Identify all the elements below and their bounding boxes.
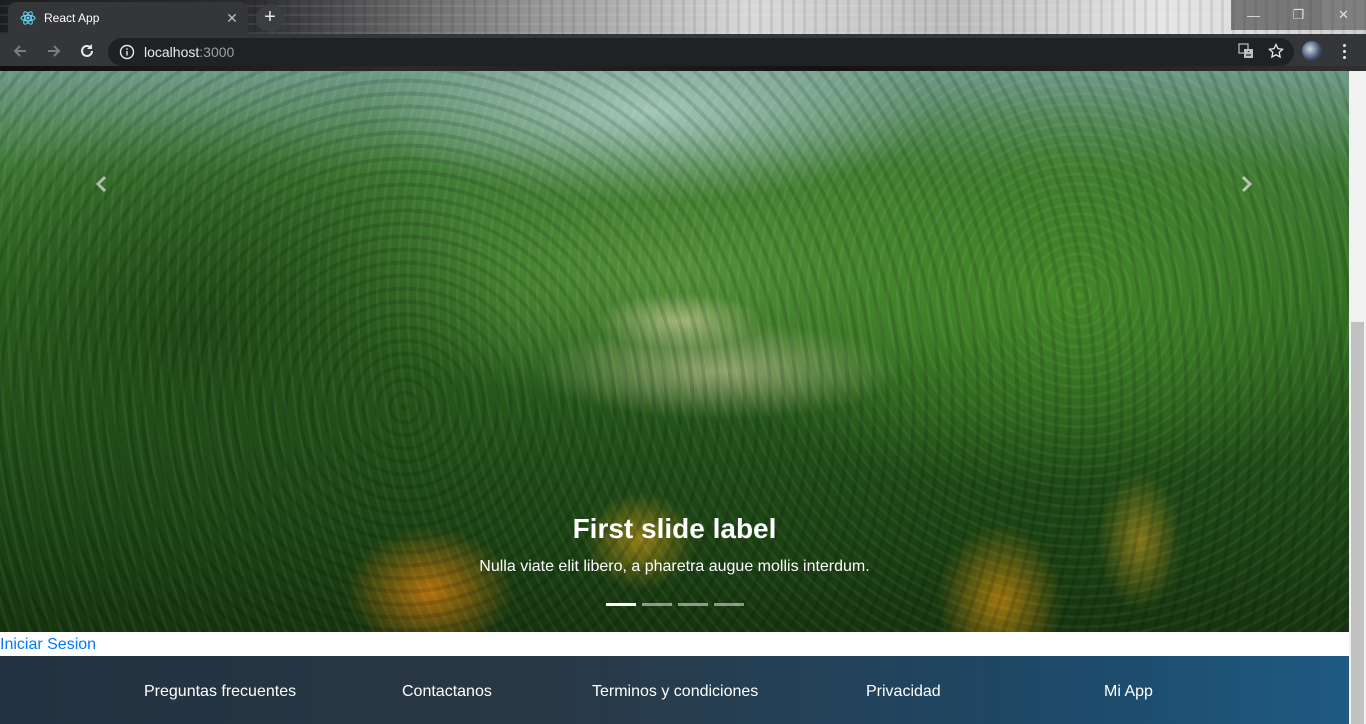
restore-button[interactable]: ❐ <box>1276 0 1321 30</box>
carousel-indicator[interactable] <box>714 603 744 606</box>
browser-toolbar: localhost:3000 <box>0 34 1366 68</box>
chevron-left-icon <box>95 175 107 193</box>
tab-close-icon[interactable]: ✕ <box>222 10 242 27</box>
minimize-button[interactable]: — <box>1231 0 1276 30</box>
carousel-indicators <box>606 603 744 606</box>
chevron-right-icon <box>1241 175 1253 193</box>
back-button[interactable] <box>8 39 32 63</box>
carousel-indicator[interactable] <box>678 603 708 606</box>
translate-icon[interactable] <box>1238 43 1254 64</box>
footer-link-terms[interactable]: Terminos y condiciones <box>592 683 758 701</box>
carousel-indicator[interactable] <box>606 603 636 606</box>
url-text: localhost:3000 <box>144 44 234 60</box>
footer-link-faq[interactable]: Preguntas frecuentes <box>144 683 296 701</box>
new-tab-button[interactable]: + <box>256 4 284 32</box>
site-info-icon[interactable] <box>118 43 136 61</box>
hero-carousel: First slide label Nulla viate elit liber… <box>0 71 1349 632</box>
carousel-indicator[interactable] <box>642 603 672 606</box>
footer: Preguntas frecuentes Contactanos Termino… <box>0 656 1349 724</box>
login-link[interactable]: Iniciar Sesion <box>0 635 96 655</box>
bookmark-star-icon[interactable] <box>1267 42 1285 64</box>
back-arrow-icon <box>13 45 26 57</box>
reload-button[interactable] <box>75 39 99 63</box>
browser-tab[interactable]: React App ✕ <box>8 2 248 34</box>
caption-text: Nulla viate elit libero, a pharetra augu… <box>479 558 870 575</box>
browser-title-bar: React App ✕ + — ❐ ✕ <box>0 0 1366 34</box>
footer-link-contact[interactable]: Contactanos <box>402 683 492 701</box>
url-host: localhost <box>144 44 200 60</box>
footer-link-my-app[interactable]: Mi App <box>1104 683 1153 701</box>
profile-avatar[interactable] <box>1302 41 1322 61</box>
caption-title: First slide label <box>572 513 777 544</box>
react-icon <box>20 10 36 26</box>
browser-menu-icon[interactable] <box>1336 40 1352 62</box>
url-port: :3000 <box>199 44 235 60</box>
tab-title: React App <box>44 11 100 25</box>
forward-button[interactable] <box>42 39 66 63</box>
close-window-button[interactable]: ✕ <box>1321 0 1366 30</box>
reload-icon <box>81 44 93 57</box>
footer-link-privacy[interactable]: Privacidad <box>866 683 941 701</box>
forward-arrow-icon <box>48 45 61 57</box>
scrollbar-thumb[interactable] <box>1351 322 1364 724</box>
carousel-next-button[interactable] <box>1232 171 1262 197</box>
address-bar[interactable]: localhost:3000 <box>108 38 1294 66</box>
carousel-prev-button[interactable] <box>86 171 116 197</box>
carousel-caption: First slide label Nulla viate elit liber… <box>0 511 1349 577</box>
